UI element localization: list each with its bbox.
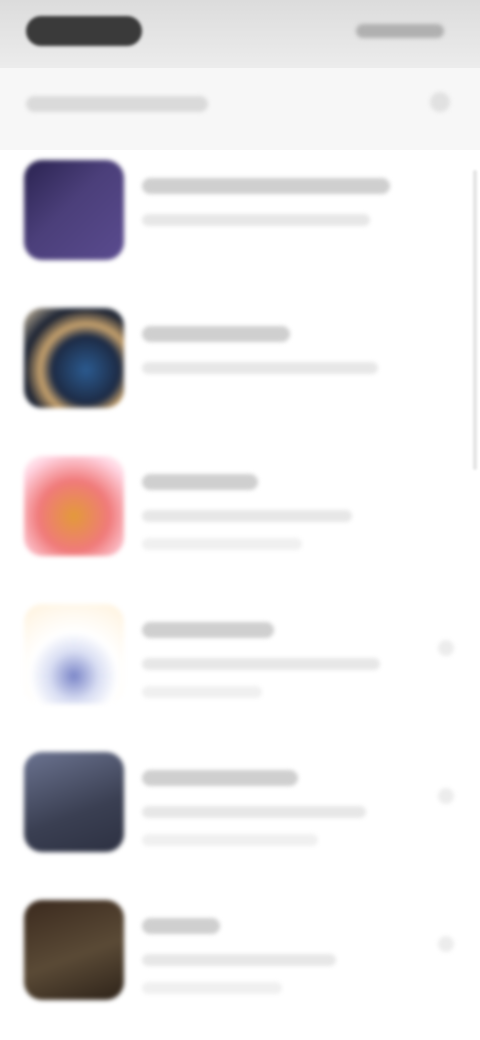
- item-thumbnail: [24, 160, 124, 260]
- chevron-right-icon[interactable]: [438, 936, 454, 952]
- item-subtitle: [142, 658, 380, 670]
- list-item[interactable]: [0, 890, 480, 1038]
- item-subtitle: [142, 954, 336, 966]
- content-list: [0, 150, 480, 1040]
- status-bar: [0, 0, 480, 68]
- item-subtitle-secondary: [142, 686, 262, 698]
- item-title: [142, 622, 274, 638]
- item-subtitle-secondary: [142, 834, 318, 846]
- item-subtitle: [142, 510, 352, 522]
- item-subtitle-secondary: [142, 538, 302, 550]
- item-subtitle: [142, 362, 378, 374]
- status-icons: [356, 24, 444, 38]
- item-subtitle-secondary: [142, 982, 282, 994]
- list-item[interactable]: [0, 594, 480, 742]
- item-subtitle: [142, 214, 370, 226]
- item-thumbnail: [24, 604, 124, 704]
- section-title: [26, 96, 208, 112]
- list-item[interactable]: [0, 446, 480, 594]
- item-thumbnail: [24, 752, 124, 852]
- item-title: [142, 326, 290, 342]
- item-thumbnail: [24, 900, 124, 1000]
- list-item[interactable]: [0, 298, 480, 446]
- item-title: [142, 474, 258, 490]
- chevron-down-icon[interactable]: [430, 92, 450, 112]
- item-title: [142, 918, 220, 934]
- item-title: [142, 770, 298, 786]
- chevron-right-icon[interactable]: [438, 640, 454, 656]
- status-time: [26, 16, 142, 46]
- item-title: [142, 178, 390, 194]
- item-subtitle: [142, 806, 366, 818]
- chevron-right-icon[interactable]: [438, 788, 454, 804]
- list-item[interactable]: [0, 742, 480, 890]
- item-thumbnail: [24, 308, 124, 408]
- item-thumbnail: [24, 456, 124, 556]
- list-item[interactable]: [0, 150, 480, 298]
